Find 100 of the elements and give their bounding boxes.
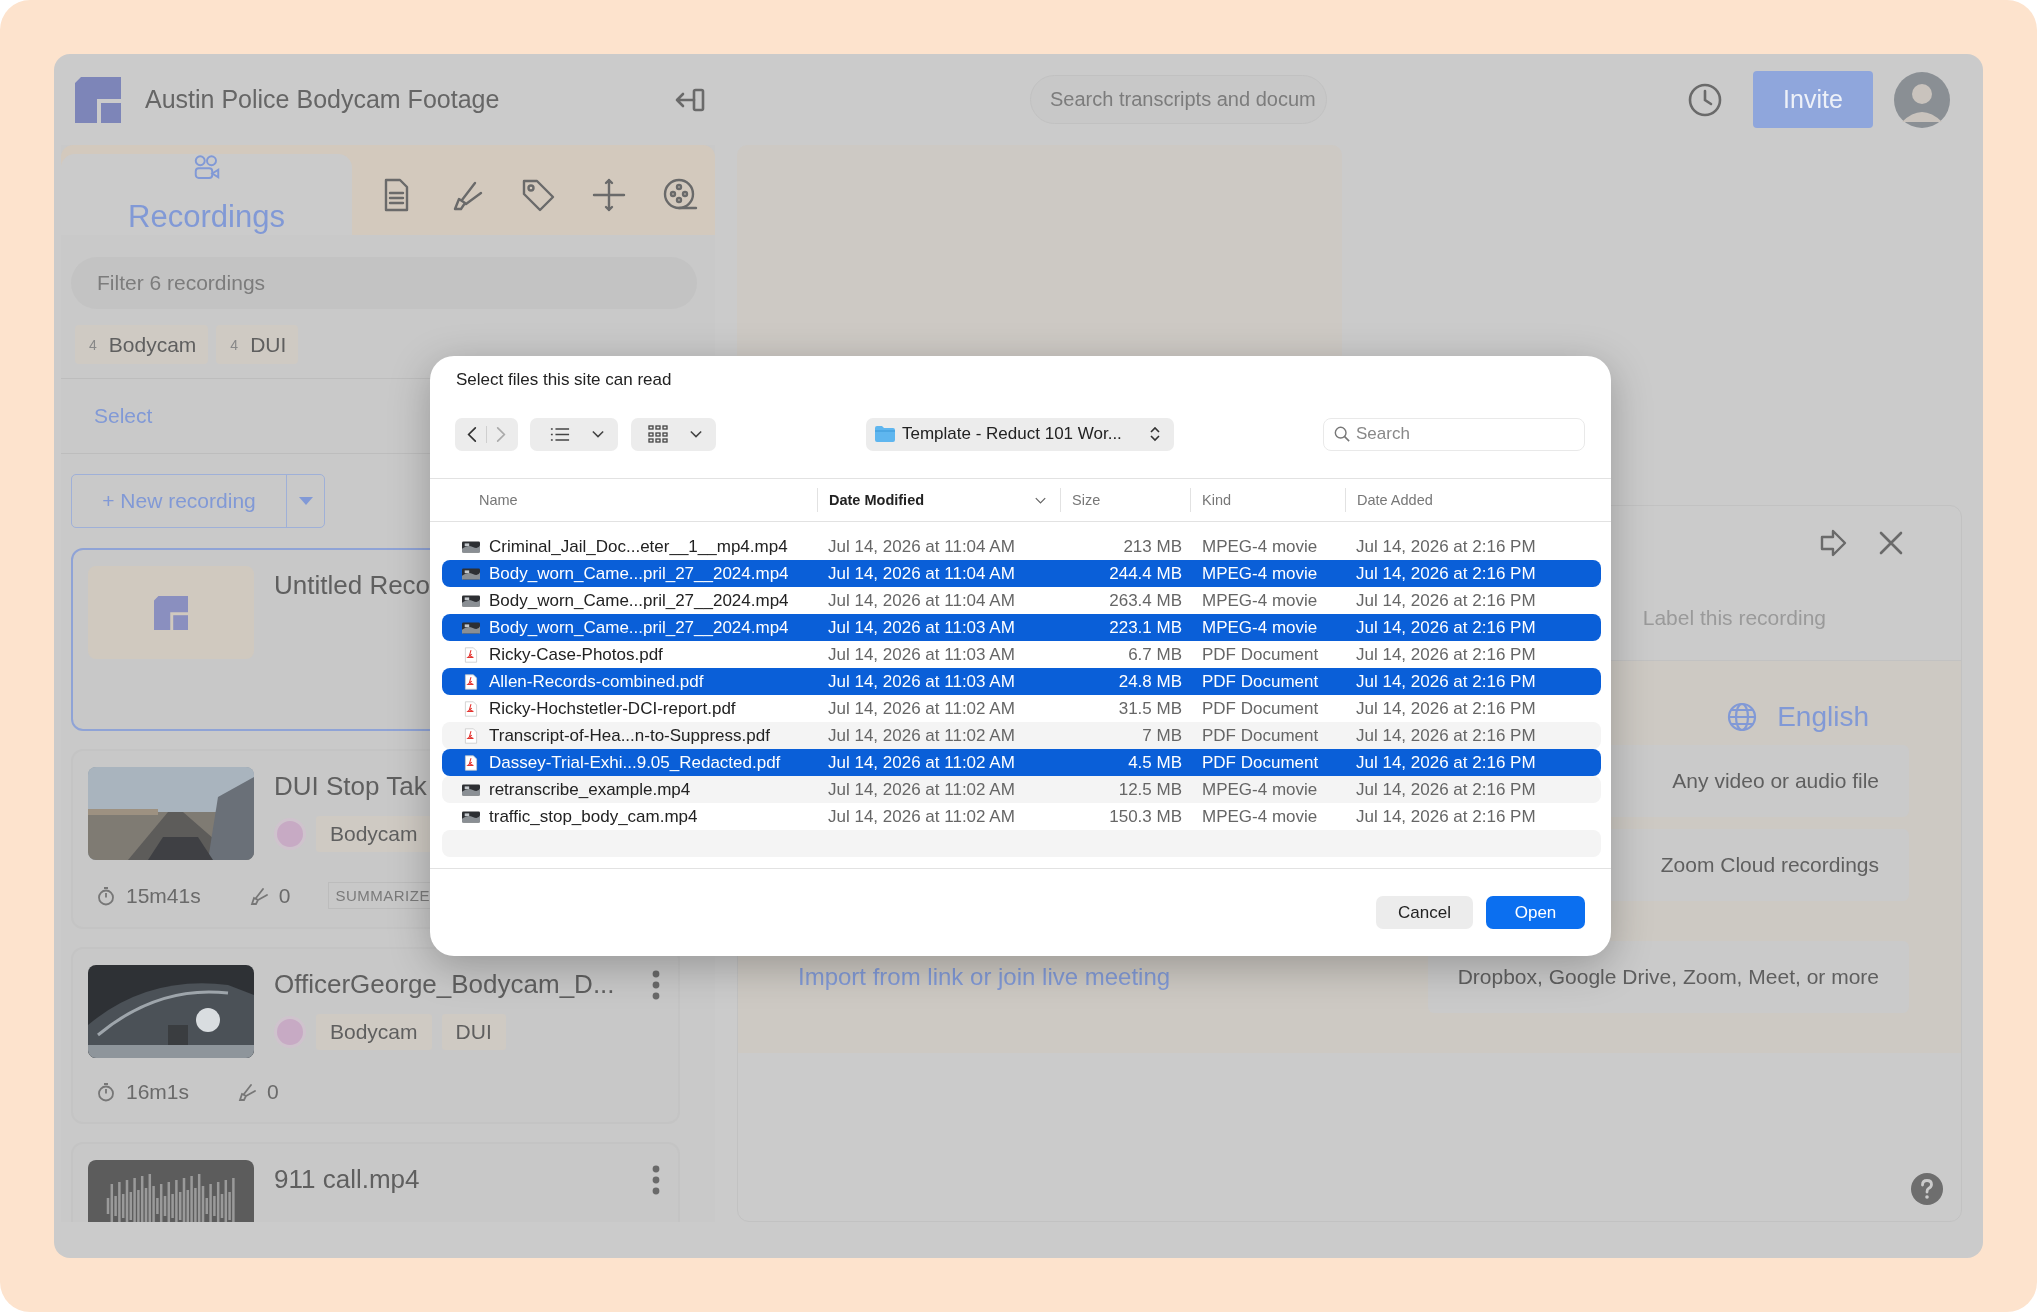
pdf-file-icon — [462, 673, 480, 690]
logo-icon — [75, 76, 121, 123]
tag-label: DUI — [250, 332, 287, 357]
group-view-button[interactable] — [631, 417, 716, 451]
column-header[interactable]: Date Modified — [817, 488, 1060, 512]
chevron-down-icon — [592, 430, 604, 438]
folder-icon — [874, 425, 896, 443]
column-header[interactable]: Kind — [1190, 488, 1345, 512]
help-icon[interactable] — [1911, 1173, 1943, 1205]
highlight-count: 0 — [278, 883, 291, 908]
duration: 16m1s — [126, 1080, 190, 1104]
pdf-file-icon — [462, 727, 480, 744]
forward-icon[interactable] — [495, 425, 506, 443]
caret-icon[interactable] — [298, 497, 313, 505]
date-modified: Jul 14, 2026 at 11:02 AM — [828, 806, 1015, 827]
column-header[interactable]: Date Added — [1345, 488, 1611, 512]
tag-chip[interactable]: 4 DUI — [216, 325, 299, 364]
file-kind: PDF Document — [1202, 752, 1319, 773]
pdf-file-icon — [462, 646, 480, 663]
back-icon[interactable] — [467, 425, 478, 443]
tag-count: 4 — [230, 336, 239, 353]
date-added: Jul 14, 2026 at 2:16 PM — [1356, 536, 1536, 557]
file-size: 244.4 MB — [1109, 563, 1182, 584]
clock-icon[interactable] — [1687, 81, 1723, 118]
open-button[interactable]: Open — [1486, 896, 1585, 929]
file-row[interactable]: Allen-Records-combined.pdf Jul 14, 2026 at 11:03 AM 24.8 MB PDF Document Jul 14, 2026 at 2:16 PM — [442, 668, 1601, 695]
highlight-count: 0 — [267, 1080, 279, 1104]
date-modified: Jul 14, 2026 at 11:03 AM — [828, 671, 1015, 692]
file-kind: PDF Document — [1202, 725, 1319, 746]
more-options-icon[interactable] — [652, 969, 660, 1000]
date-added: Jul 14, 2026 at 2:16 PM — [1356, 563, 1536, 584]
date-added: Jul 14, 2026 at 2:16 PM — [1356, 671, 1536, 692]
move-arrows-icon — [590, 176, 627, 213]
workspace-title: Austin Police Bodycam Footage — [145, 85, 500, 114]
file-row[interactable]: Dassey-Trial-Exhi...9.05_Redacted.pdf Jul 14, 2026 at 11:02 AM 4.5 MB PDF Document Jul 14, 2026 at 2:16 PM — [442, 749, 1601, 776]
dialog-title: Select files this site can read — [455, 369, 673, 391]
tag-chip: Bodycam — [316, 816, 432, 852]
search-icon — [1334, 426, 1350, 442]
date-added: Jul 14, 2026 at 2:16 PM — [1356, 725, 1536, 746]
file-size: 6.7 MB — [1128, 644, 1182, 665]
search-field[interactable]: Search transcripts and docum — [1030, 75, 1327, 124]
share-icon[interactable] — [1818, 528, 1848, 558]
file-size: 223.1 MB — [1109, 617, 1182, 638]
recording-title: Untitled Reco — [274, 570, 431, 601]
chevron-down-icon — [690, 430, 702, 438]
column-header[interactable]: Size — [1060, 488, 1190, 512]
highlighter-icon — [237, 1082, 258, 1102]
file-kind: MPEG-4 movie — [1202, 536, 1318, 557]
date-modified: Jul 14, 2026 at 11:02 AM — [828, 725, 1015, 746]
invite-button[interactable]: Invite — [1753, 71, 1873, 128]
date-modified: Jul 14, 2026 at 11:02 AM — [828, 779, 1015, 800]
file-size: 24.8 MB — [1118, 671, 1182, 692]
recording-title: OfficerGeorge_Bodycam_D... — [274, 969, 615, 1000]
highlighter-icon — [248, 885, 269, 906]
source-option[interactable]: Dropbox, Google Drive, Zoom, Meet, or more — [1427, 941, 1909, 1013]
date-modified: Jul 14, 2026 at 11:04 AM — [828, 590, 1015, 611]
recording-card[interactable]: 911 call.mp4 — [71, 1142, 680, 1222]
file-row[interactable]: Transcript-of-Hea...n-to-Suppress.pdf Jul 14, 2026 at 11:02 AM 7 MB PDF Document Jul 14, 2026 at 2:16 PM — [442, 722, 1601, 749]
file-kind: MPEG-4 movie — [1202, 590, 1318, 611]
more-options-icon[interactable] — [652, 1164, 660, 1195]
file-row[interactable]: Body_worn_Came...pril_27__2024.mp4 Jul 14, 2026 at 11:03 AM 223.1 MB MPEG-4 movie Jul 14, 2026 at 2:16 PM — [442, 614, 1601, 641]
file-row[interactable]: Body_worn_Came...pril_27__2024.mp4 Jul 14, 2026 at 11:04 AM 244.4 MB MPEG-4 movie Jul 14, 2026 at 2:16 PM — [442, 560, 1601, 587]
tag-chip[interactable]: 4 Bodycam — [75, 325, 209, 364]
file-kind: PDF Document — [1202, 644, 1319, 665]
file-kind: MPEG-4 movie — [1202, 617, 1318, 638]
file-size: 150.3 MB — [1109, 806, 1182, 827]
up-down-icon — [1150, 426, 1160, 442]
date-modified: Jul 14, 2026 at 11:02 AM — [828, 752, 1015, 773]
recording-card[interactable]: OfficerGeorge_Bodycam_D... Bodycam DUI 16m1s 0 — [71, 947, 680, 1124]
location-popup[interactable]: Template - Reduct 101 Wor... — [866, 417, 1174, 451]
file-kind: PDF Document — [1202, 698, 1319, 719]
sort-chevron-icon — [1035, 496, 1046, 504]
file-kind: MPEG-4 movie — [1202, 563, 1318, 584]
file-row[interactable]: retranscribe_example.mp4 Jul 14, 2026 at 11:02 AM 12.5 MB MPEG-4 movie Jul 14, 2026 at 2:16 PM — [442, 776, 1601, 803]
tag-chip: DUI — [441, 1014, 506, 1050]
column-header[interactable]: Name — [442, 488, 817, 512]
recording-title: DUI Stop Tak — [274, 771, 427, 802]
list-icon — [550, 426, 570, 442]
file-kind: MPEG-4 movie — [1202, 806, 1318, 827]
file-size: 4.5 MB — [1128, 752, 1182, 773]
globe-icon — [1727, 702, 1758, 732]
speaker-dot — [274, 1016, 306, 1048]
pdf-file-icon — [462, 754, 480, 771]
timer-icon — [96, 885, 116, 906]
date-modified: Jul 14, 2026 at 11:03 AM — [828, 644, 1015, 665]
date-added: Jul 14, 2026 at 2:16 PM — [1356, 644, 1536, 665]
tag-label: Bodycam — [108, 332, 197, 357]
grid-icon — [648, 425, 668, 443]
file-size: 12.5 MB — [1118, 779, 1182, 800]
timer-icon — [96, 1082, 116, 1102]
list-view-button[interactable] — [530, 417, 618, 451]
avatar[interactable] — [1894, 71, 1950, 128]
pdf-file-icon — [462, 700, 480, 717]
date-added: Jul 14, 2026 at 2:16 PM — [1356, 590, 1536, 611]
recording-title: 911 call.mp4 — [274, 1164, 420, 1195]
speaker-dot — [274, 818, 306, 850]
filter-field[interactable]: Filter 6 recordings — [71, 257, 697, 309]
cancel-button[interactable]: Cancel — [1376, 896, 1473, 929]
search-field[interactable]: Search — [1323, 417, 1585, 451]
date-modified: Jul 14, 2026 at 11:02 AM — [828, 698, 1015, 719]
